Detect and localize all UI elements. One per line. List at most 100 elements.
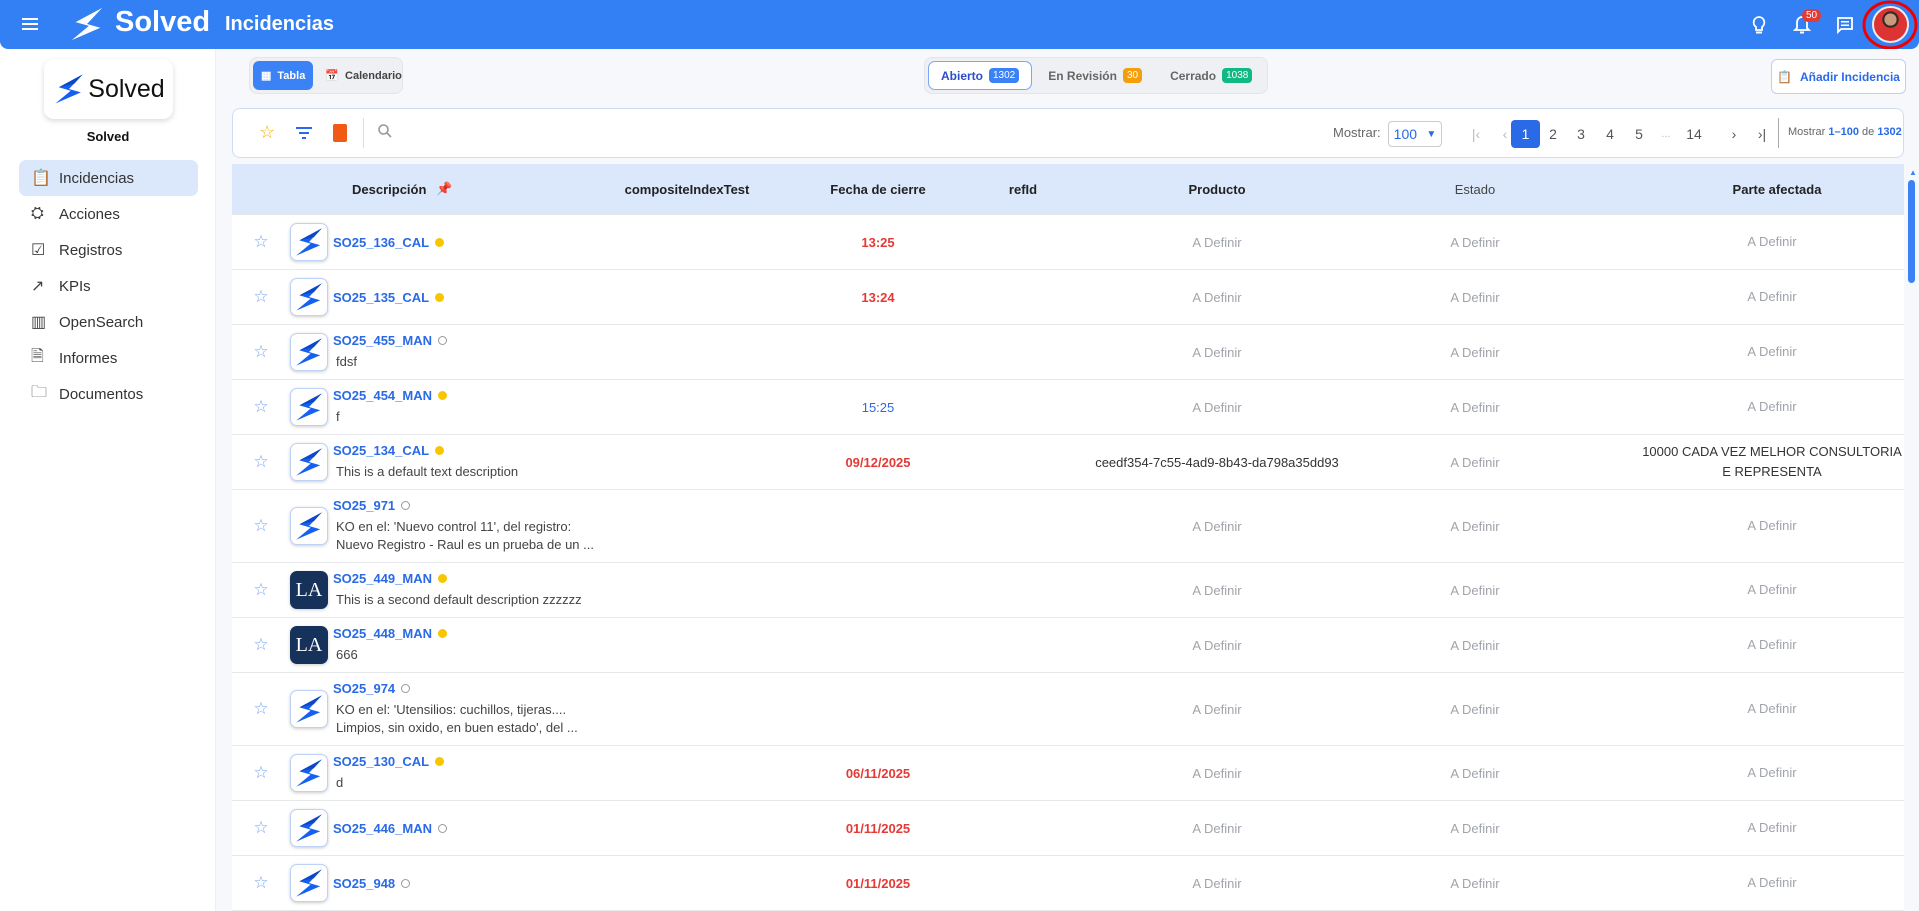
table-row[interactable]: ☆ SO25_454_MAN f 15:25 A Definir A Defini…	[232, 380, 1904, 435]
favorite-star-icon[interactable]: ☆	[232, 635, 290, 655]
chat-icon[interactable]	[1832, 12, 1858, 38]
status-cell: A Definir	[1450, 637, 1500, 653]
sidebar-item-documentos[interactable]: 🗀 Documentos	[19, 376, 198, 412]
table-row[interactable]: ☆ SO25_446_MAN 01/11/2025 A Definir A De…	[232, 801, 1904, 856]
menu-icon[interactable]	[22, 15, 42, 38]
view-table-button[interactable]: ▦ Tabla	[253, 61, 314, 90]
org-logo: LA	[290, 571, 328, 609]
org-name: Solved	[86, 129, 130, 144]
incident-id-link[interactable]: SO25_974	[333, 681, 600, 696]
header-refid[interactable]: refId	[982, 182, 1064, 197]
table-row[interactable]: ☆ SO25_971 KO en el: 'Nuevo control 11', …	[232, 490, 1904, 563]
sidebar-item-kpis[interactable]: ↗ KPIs	[19, 268, 198, 304]
status-dot-icon	[438, 336, 447, 345]
favorite-star-icon[interactable]: ☆	[232, 342, 290, 362]
favorite-star-icon[interactable]: ☆	[232, 580, 290, 600]
first-page-icon[interactable]: |‹	[1465, 121, 1487, 147]
page-button-3[interactable]: 3	[1570, 121, 1592, 147]
favorites-star-icon[interactable]: ☆	[259, 122, 275, 143]
table-row[interactable]: ☆ LA SO25_448_MAN 666 A Definir A Definir …	[232, 618, 1904, 673]
affected-cell: A Definir	[1747, 701, 1797, 716]
header-status[interactable]: Estado	[1370, 182, 1580, 197]
incident-id-link[interactable]: SO25_134_CAL	[333, 443, 600, 458]
status-tab-2[interactable]: Cerrado 1038	[1158, 61, 1264, 90]
add-incident-button[interactable]: 📋 Añadir Incidencia	[1771, 59, 1906, 94]
favorite-star-icon[interactable]: ☆	[232, 763, 290, 783]
favorite-star-icon[interactable]: ☆	[232, 232, 290, 252]
favorite-star-icon[interactable]: ☆	[232, 699, 290, 719]
incident-id-link[interactable]: SO25_448_MAN	[333, 626, 600, 641]
table-row[interactable]: ☆ SO25_134_CAL This is a default text des…	[232, 435, 1904, 490]
status-dot-icon	[435, 237, 445, 247]
sidebar-item-incidencias[interactable]: 📋 Incidencias	[19, 160, 198, 196]
incident-description: f	[336, 409, 340, 424]
header-affected[interactable]: Parte afectada	[1580, 182, 1904, 197]
table-row[interactable]: ☆ SO25_135_CAL 13:24 A Definir A Definir…	[232, 270, 1904, 325]
scroll-up-icon[interactable]: ▲	[1909, 168, 1917, 177]
favorite-star-icon[interactable]: ☆	[232, 516, 290, 536]
sidebar-item-label: Acciones	[59, 205, 120, 223]
org-logo	[290, 333, 328, 371]
incident-id-link[interactable]: SO25_136_CAL	[333, 235, 600, 250]
view-toggle: ▦ Tabla 📅 Calendario	[249, 57, 403, 94]
sidebar-item-acciones[interactable]: ⛭ Acciones	[19, 196, 198, 232]
header-close-date[interactable]: Fecha de cierre	[774, 182, 982, 197]
incident-id-link[interactable]: SO25_130_CAL	[333, 754, 600, 769]
report-chart-icon[interactable]	[333, 124, 347, 142]
search-icon[interactable]	[377, 123, 393, 144]
incident-id-link[interactable]: SO25_446_MAN	[333, 821, 600, 836]
table-row[interactable]: ☆ SO25_136_CAL 13:25 A Definir A Definir…	[232, 215, 1904, 270]
page-button-14[interactable]: 14	[1683, 121, 1705, 147]
status-tab-1[interactable]: En Revisión 30	[1036, 61, 1154, 90]
status-dot-icon	[401, 684, 411, 693]
incident-id-link[interactable]: SO25_454_MAN	[333, 388, 600, 403]
table-row[interactable]: ☆ SO25_130_CAL d 06/11/2025 A Definir A D…	[232, 746, 1904, 801]
header-description[interactable]: Descripción	[352, 182, 426, 197]
incident-description: 666	[336, 647, 358, 662]
page-button-5[interactable]: 5	[1628, 121, 1650, 147]
favorite-star-icon[interactable]: ☆	[232, 452, 290, 472]
scrollbar[interactable]	[1908, 180, 1915, 283]
incident-id-link[interactable]: SO25_449_MAN	[333, 571, 600, 586]
bell-icon[interactable]: 50	[1789, 9, 1822, 38]
status-tab-0[interactable]: Abierto 1302	[928, 61, 1033, 90]
close-date-cell: 01/11/2025	[845, 875, 911, 891]
table-row[interactable]: ☆ SO25_974 KO en el: 'Utensilios: cuchill…	[232, 673, 1904, 746]
table-row[interactable]: ☆ LA SO25_449_MAN This is a second default…	[232, 563, 1904, 618]
org-logo: Solved	[44, 59, 173, 119]
lightbulb-icon[interactable]	[1746, 12, 1772, 38]
favorite-star-icon[interactable]: ☆	[232, 818, 290, 838]
close-date-cell: 13:25	[861, 234, 895, 250]
sidebar-item-informes[interactable]: 🗎 Informes	[19, 340, 198, 376]
view-calendar-button[interactable]: 📅 Calendario	[317, 61, 410, 90]
filter-icon[interactable]	[295, 125, 313, 146]
page-size-select[interactable]: 100 ▼	[1388, 121, 1442, 147]
sidebar-item-registros[interactable]: ☑ Registros	[19, 232, 198, 268]
page-button-1[interactable]: 1	[1511, 120, 1540, 148]
close-date-cell: 15:25	[861, 399, 895, 415]
status-cell: A Definir	[1450, 875, 1500, 891]
page-button-4[interactable]: 4	[1599, 121, 1621, 147]
incident-description: KO en el: 'Utensilios: cuchillos, tijera…	[336, 702, 578, 735]
page-button-2[interactable]: 2	[1542, 121, 1564, 147]
favorite-star-icon[interactable]: ☆	[232, 397, 290, 417]
header-composite[interactable]: compositeIndexTest	[600, 182, 774, 197]
org-logo	[290, 278, 328, 316]
folder-icon: 🗀	[31, 383, 48, 401]
next-page-icon[interactable]: ›	[1723, 121, 1745, 147]
header-product[interactable]: Producto	[1064, 182, 1370, 197]
incident-id-link[interactable]: SO25_971	[333, 498, 600, 513]
org-logo	[290, 388, 328, 426]
incident-id-link[interactable]: SO25_948	[333, 876, 600, 891]
favorite-star-icon[interactable]: ☆	[232, 873, 290, 893]
favorite-star-icon[interactable]: ☆	[232, 287, 290, 307]
incident-id-link[interactable]: SO25_135_CAL	[333, 290, 600, 305]
table-row[interactable]: ☆ SO25_455_MAN fdsf A Definir A Definir A…	[232, 325, 1904, 380]
table-row[interactable]: ☆ SO25_948 01/11/2025 A Definir A Defini…	[232, 856, 1904, 911]
last-page-icon[interactable]: ›|	[1751, 121, 1773, 147]
chevron-down-icon: ▼	[1426, 128, 1437, 140]
user-avatar[interactable]	[1872, 6, 1909, 43]
sidebar-item-opensearch[interactable]: ▥ OpenSearch	[19, 304, 198, 340]
incident-id-link[interactable]: SO25_455_MAN	[333, 333, 600, 348]
pin-icon[interactable]: 📌	[436, 181, 452, 197]
